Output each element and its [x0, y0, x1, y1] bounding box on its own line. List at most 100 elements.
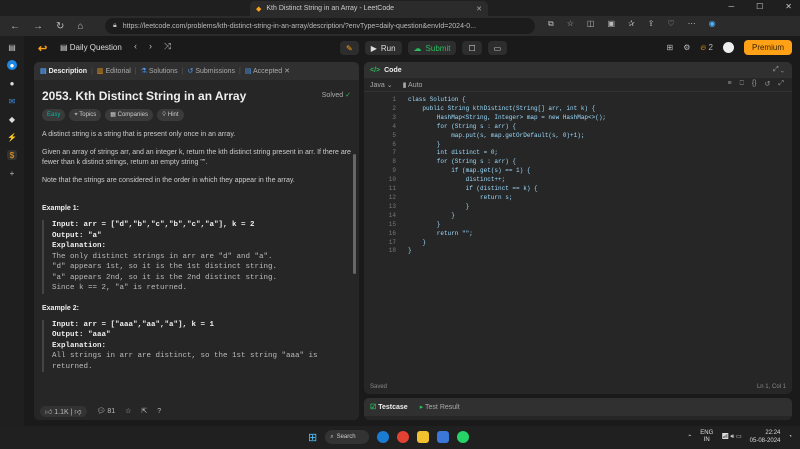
favorite-icon[interactable]: ☆	[567, 19, 574, 29]
close-window-icon[interactable]: ✕	[785, 2, 792, 11]
notification-icon[interactable]: ◔	[788, 434, 792, 440]
reset-icon[interactable]: ↺	[765, 80, 771, 88]
clock[interactable]: 22:24 05-08-2024	[750, 429, 781, 445]
store-icon[interactable]	[437, 431, 450, 443]
share-problem-icon[interactable]: ⇱	[141, 407, 147, 415]
premium-button[interactable]: Premium	[743, 40, 792, 55]
like-button[interactable]: 👍︎ 1.1K | 👎︎	[40, 405, 87, 417]
tab-description[interactable]: ▤ Description	[40, 67, 87, 75]
heart-icon[interactable]: ♡	[667, 19, 674, 29]
topics-chip[interactable]: ⌖ Topics	[69, 109, 102, 121]
note-icon[interactable]: ☐	[462, 41, 482, 55]
chrome-icon[interactable]	[397, 431, 410, 443]
tray-chevron-icon[interactable]: ⌃	[687, 434, 692, 441]
back-icon[interactable]: ←	[10, 21, 20, 32]
explorer-icon[interactable]	[417, 431, 430, 443]
tab-test-result[interactable]: ▸ Test Result	[420, 403, 460, 411]
close-tab-icon[interactable]: ✕	[476, 5, 482, 13]
shuffle-icon[interactable]: ⤨	[164, 41, 171, 52]
debug-button[interactable]: ✎	[340, 41, 359, 55]
comment-icon[interactable]: ▭	[487, 41, 508, 55]
avatar[interactable]	[722, 42, 734, 53]
expand-icon[interactable]: ⤢ ⌄	[773, 66, 784, 74]
add-icon[interactable]: +	[7, 168, 17, 178]
tab-editorial[interactable]: ▥ Editorial	[97, 67, 131, 75]
settings-icon[interactable]: ⚙	[683, 43, 690, 52]
language-select[interactable]: Java ⌄	[370, 81, 393, 89]
outlook-icon[interactable]: ✉	[7, 96, 17, 106]
language-indicator[interactable]: ENG IN	[700, 430, 713, 444]
next-problem-icon[interactable]: ›	[149, 41, 152, 52]
braces-icon[interactable]: {}	[752, 80, 757, 88]
url-field[interactable]: 🔒︎ https://leetcode.com/problems/kth-dis…	[105, 18, 535, 34]
windows-start-icon[interactable]: ⊞	[308, 431, 317, 444]
description-scrollbar[interactable]	[353, 154, 356, 274]
tab-actions-icon[interactable]: ▤	[7, 42, 17, 52]
streak-badge[interactable]: 🔥︎ 2	[700, 43, 713, 53]
share-icon[interactable]: ⇪	[648, 19, 655, 29]
code-line[interactable]: 9 if (map.get(s) == 1) {	[364, 167, 792, 176]
daily-question-link[interactable]: ▤ Daily Question	[60, 43, 122, 52]
browser-sidebar: ▤ ● ● ✉ ◆ ⚡ $ +	[0, 36, 24, 426]
code-text: return s;	[408, 193, 513, 201]
copilot-icon[interactable]: ◉	[709, 19, 716, 29]
comments-button[interactable]: 💬︎ 81	[97, 407, 116, 415]
edge-icon[interactable]	[377, 431, 390, 443]
hint-chip[interactable]: 💡︎ Hint	[157, 109, 184, 121]
layout-icon[interactable]: ⊞	[667, 43, 674, 52]
fire-icon: 🔥︎	[700, 42, 707, 52]
code-line[interactable]: 18}	[364, 247, 792, 256]
auto-toggle[interactable]: ▮ Auto	[403, 81, 423, 89]
tab-solutions[interactable]: ⚗ Solutions	[141, 67, 178, 75]
whatsapp-icon[interactable]	[457, 431, 470, 443]
home-icon[interactable]: ⌂	[77, 21, 83, 32]
more-icon[interactable]: ⋯	[688, 19, 696, 29]
extension-icon[interactable]: ⧉	[548, 19, 554, 29]
browser-tab[interactable]: ◆ Kth Distinct String in an Array - Leet…	[250, 1, 488, 16]
wifi-icon[interactable]: 📶︎ 🔊︎ ▭	[721, 433, 741, 441]
code-line[interactable]: 12 return s;	[364, 194, 792, 203]
search-sidebar-icon[interactable]: ●	[7, 60, 17, 70]
code-line[interactable]: 2 public String kthDistinct(String[] arr…	[364, 105, 792, 114]
star-icon[interactable]: ☆	[125, 407, 131, 415]
tab-testcase[interactable]: ☑ Testcase	[370, 403, 408, 411]
code-editor[interactable]: 1 class Solution {2 public String kthDist…	[364, 96, 792, 256]
fullscreen-icon[interactable]: ⤢	[778, 80, 784, 88]
maximize-icon[interactable]: ☐	[756, 2, 763, 11]
run-button[interactable]: ▶ Run	[364, 41, 402, 55]
code-line[interactable]: 6 }	[364, 141, 792, 150]
taskbar-search[interactable]: ⌕ Search	[325, 430, 370, 444]
games-icon[interactable]: ◆	[7, 114, 17, 124]
submit-button[interactable]: ☁ Submit	[407, 41, 457, 55]
bookmark-icon[interactable]: ⎕	[740, 80, 744, 88]
code-line[interactable]: 1 class Solution {	[364, 96, 792, 105]
code-line[interactable]: 3 HashMap<String, Integer> map = new Has…	[364, 114, 792, 123]
forward-icon[interactable]: →	[33, 21, 43, 32]
code-line[interactable]: 14 }	[364, 212, 792, 221]
code-line[interactable]: 5 map.put(s, map.getOrDefault(s, 0)+1);	[364, 132, 792, 141]
tab-submissions[interactable]: ↺ Submissions	[187, 67, 235, 75]
code-line[interactable]: 17 }	[364, 239, 792, 248]
code-line[interactable]: 15 }	[364, 221, 792, 230]
format-icon[interactable]: ≡	[728, 80, 732, 88]
companies-chip[interactable]: ▦ Companies	[105, 109, 153, 121]
tab-accepted[interactable]: ▤ Accepted ✕	[245, 67, 290, 75]
refresh-icon[interactable]: ↻	[56, 21, 64, 32]
split-icon[interactable]: ◫	[587, 19, 595, 29]
leetcode-logo-icon[interactable]: ↩	[38, 42, 50, 55]
code-line[interactable]: 16 return "";	[364, 230, 792, 239]
favorites-bar-icon[interactable]: ✰	[628, 19, 635, 29]
code-line[interactable]: 4 for (String s : arr) {	[364, 123, 792, 132]
code-line[interactable]: 10 distinct++;	[364, 176, 792, 185]
code-line[interactable]: 13 }	[364, 203, 792, 212]
lc-active-icon[interactable]: $	[7, 150, 17, 160]
help-icon[interactable]: ?	[157, 408, 161, 415]
code-line[interactable]: 11 if (distinct == k) {	[364, 185, 792, 194]
code-line[interactable]: 7 int distinct = 0;	[364, 149, 792, 158]
code-line[interactable]: 8 for (String s : arr) {	[364, 158, 792, 167]
leetcode-sidebar-icon[interactable]: ⚡	[7, 132, 17, 142]
github-icon[interactable]: ●	[7, 78, 17, 88]
prev-problem-icon[interactable]: ‹	[134, 41, 137, 52]
collections-icon[interactable]: ▣	[607, 19, 615, 29]
minimize-icon[interactable]: ─	[728, 2, 734, 11]
